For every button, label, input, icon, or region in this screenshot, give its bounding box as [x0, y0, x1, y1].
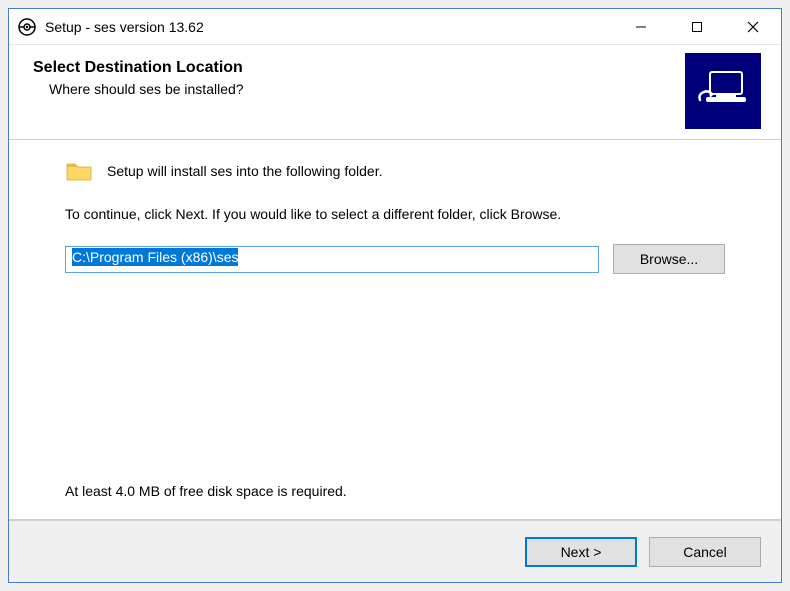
- folder-icon: [65, 160, 93, 182]
- setup-window: Setup - ses version 13.62 Select Destina…: [8, 8, 782, 583]
- maximize-button[interactable]: [669, 9, 725, 44]
- footer: Next > Cancel: [9, 520, 781, 582]
- page-title: Select Destination Location: [33, 59, 685, 77]
- cancel-button[interactable]: Cancel: [649, 537, 761, 567]
- wizard-header: Select Destination Location Where should…: [9, 45, 781, 139]
- install-path-value: C:\Program Files (x86)\ses: [72, 248, 238, 266]
- folder-message-row: Setup will install ses into the followin…: [65, 160, 725, 182]
- header-text: Select Destination Location Where should…: [33, 59, 685, 97]
- close-button[interactable]: [725, 9, 781, 44]
- folder-message: Setup will install ses into the followin…: [107, 163, 382, 179]
- window-controls: [613, 9, 781, 44]
- browse-button[interactable]: Browse...: [613, 244, 725, 274]
- content-area: Setup will install ses into the followin…: [9, 140, 781, 483]
- installer-icon: [685, 53, 761, 129]
- app-icon: [17, 17, 37, 37]
- window-title: Setup - ses version 13.62: [45, 19, 613, 35]
- disk-space-message: At least 4.0 MB of free disk space is re…: [9, 483, 781, 519]
- titlebar: Setup - ses version 13.62: [9, 9, 781, 45]
- install-path-input[interactable]: C:\Program Files (x86)\ses: [65, 246, 599, 273]
- minimize-button[interactable]: [613, 9, 669, 44]
- continue-message: To continue, click Next. If you would li…: [65, 206, 725, 222]
- page-subtitle: Where should ses be installed?: [49, 81, 685, 97]
- next-button[interactable]: Next >: [525, 537, 637, 567]
- path-row: C:\Program Files (x86)\ses Browse...: [65, 244, 725, 274]
